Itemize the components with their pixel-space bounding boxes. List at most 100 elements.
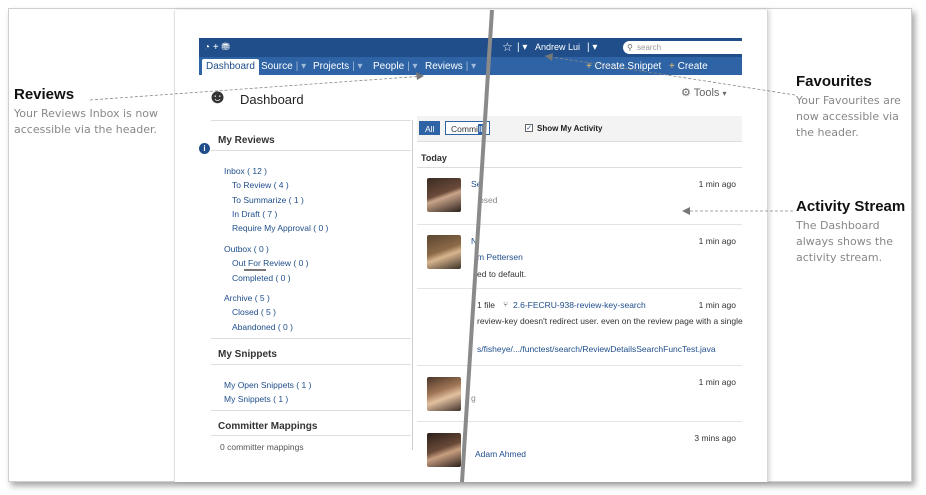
callout-reviews-text-2: accessible via the header. xyxy=(14,123,158,136)
callout-favourites-title: Favourites xyxy=(796,73,872,90)
activity-text: g xyxy=(471,393,476,403)
activity-user-link[interactable]: Adam Ahmed xyxy=(475,449,526,459)
search-input[interactable]: ⚲ search xyxy=(623,41,761,54)
tools-menu[interactable]: ⚙ Tools ▾ xyxy=(681,86,727,99)
callout-favourites-text-2: now accessible via xyxy=(796,110,899,123)
left-panel: My Reviews Inbox ( 12 ) To Review ( 4 ) … xyxy=(211,120,413,452)
callout-reviews-text-1: Your Reviews Inbox is now xyxy=(14,107,159,120)
tab-source[interactable]: Source | ▾ xyxy=(257,59,313,75)
commit-message: review-key doesn't redirect user. even o… xyxy=(477,316,743,326)
committer-mappings-count: 0 committer mappings xyxy=(220,442,304,452)
chevron-down-icon: ▾ xyxy=(722,89,727,98)
star-icon[interactable]: ☆ xyxy=(502,38,513,57)
activity-time: 1 min ago xyxy=(698,377,736,387)
archive-link[interactable]: Archive ( 5 ) xyxy=(224,293,270,303)
tab-projects-chevron-icon: | ▾ xyxy=(352,61,363,72)
tab-reviews-chevron-icon: | ▾ xyxy=(465,61,477,72)
main-nav: Dashboard Source | ▾ Projects | ▾ People | … xyxy=(199,57,742,87)
committer-mappings-heading: Committer Mappings xyxy=(218,421,318,432)
activity-time: 1 min ago xyxy=(698,236,736,246)
today-heading: Today xyxy=(417,148,742,168)
divider xyxy=(211,364,411,365)
avatar[interactable] xyxy=(427,235,461,269)
search-placeholder: search xyxy=(637,43,662,52)
tab-reviews[interactable]: Reviews | ▾ xyxy=(421,59,483,75)
activity-time: 1 min ago xyxy=(698,300,736,310)
callout-reviews-title: Reviews xyxy=(14,86,75,103)
cursor-underline xyxy=(244,269,266,271)
plus-icon: + xyxy=(586,61,595,72)
my-snippets-heading: My Snippets xyxy=(218,349,277,360)
tab-reviews-label: Reviews xyxy=(425,61,463,72)
divider xyxy=(211,338,411,339)
create-snippet-button[interactable]: + Create Snippet xyxy=(582,59,665,75)
create-snippet-label: Create Snippet xyxy=(594,61,662,72)
tab-dashboard[interactable]: Dashboard xyxy=(202,59,259,75)
divider xyxy=(211,435,411,436)
filter-commits-right: ll xyxy=(477,124,484,134)
divider xyxy=(211,150,411,151)
require-approval-link[interactable]: Require My Approval ( 0 ) xyxy=(232,223,328,233)
plus-icon: + xyxy=(669,61,678,72)
branch-link[interactable]: 2.6-FECRU-938-review-key-search xyxy=(513,300,646,310)
divider xyxy=(211,410,411,411)
list-item: 3 mins ago Adam Ahmed xyxy=(417,423,742,467)
filter-all-button[interactable]: All xyxy=(419,121,441,135)
completed-link[interactable]: Completed ( 0 ) xyxy=(232,273,291,283)
show-activity-checkbox[interactable]: ✓ xyxy=(525,124,533,132)
files-count: 1 file xyxy=(477,300,495,310)
filter-commits-left: Commi xyxy=(451,124,478,134)
divider xyxy=(211,120,411,121)
activity-time: 3 mins ago xyxy=(694,433,736,443)
filter-commits-button[interactable]: Commill xyxy=(445,121,490,135)
activity-time: 1 min ago xyxy=(698,179,736,189)
page-title: Dashboard xyxy=(240,92,304,107)
branch-icon: ⑂ xyxy=(503,299,509,309)
top-bar: ◔ + ⛃ ☆ | ▾ Andrew Lui | ▾ ⚲ search xyxy=(199,38,761,57)
activity-user-link[interactable]: N xyxy=(471,236,477,246)
tab-source-label: Source xyxy=(261,61,293,72)
list-item: 1 file ⑂ 2.6-FECRU-938-review-key-search… xyxy=(417,290,743,366)
callout-favourites-text-3: the header. xyxy=(796,126,859,139)
avatar[interactable] xyxy=(427,178,461,212)
tab-people[interactable]: People | ▾ xyxy=(369,59,425,75)
outbox-link[interactable]: Outbox ( 0 ) xyxy=(224,244,269,254)
to-summarize-link[interactable]: To Summarize ( 1 ) xyxy=(232,195,304,205)
user-menu[interactable]: Andrew Lui xyxy=(535,38,580,57)
gear-icon: ⚙ xyxy=(681,87,691,99)
activity-user-link-2[interactable]: m Pettersen xyxy=(477,252,523,262)
callout-activity-text-1: The Dashboard xyxy=(796,219,880,232)
activity-panel: All Commill ✓ Show My Activity Today Se … xyxy=(417,116,743,467)
tab-projects-label: Projects xyxy=(313,61,350,72)
tab-projects[interactable]: Projects | ▾ xyxy=(309,59,370,75)
screenshot-panel: ◔ + ⛃ ☆ | ▾ Andrew Lui | ▾ ⚲ search Dash… xyxy=(174,10,768,482)
my-open-snippets-link[interactable]: My Open Snippets ( 1 ) xyxy=(224,380,311,390)
filter-bar: All Commill ✓ Show My Activity xyxy=(417,116,742,142)
tab-source-chevron-icon: | ▾ xyxy=(295,61,307,72)
user-chevron-down-icon[interactable]: | ▾ xyxy=(587,38,597,57)
callout-favourites-text-1: Your Favourites are xyxy=(796,94,901,107)
inbox-link[interactable]: Inbox ( 12 ) xyxy=(224,166,267,176)
info-icon[interactable]: i xyxy=(199,143,210,154)
file-path-link[interactable]: s/fisheye/.../functest/search/ReviewDeta… xyxy=(477,344,716,354)
list-item: Se 1 min ago osed xyxy=(417,169,742,225)
avatar[interactable] xyxy=(427,433,461,467)
out-for-review-link[interactable]: Out For Review ( 0 ) xyxy=(232,258,309,268)
my-reviews-heading: My Reviews xyxy=(218,135,275,146)
my-snippets-link[interactable]: My Snippets ( 1 ) xyxy=(224,394,288,404)
activity-text: osed xyxy=(479,195,498,205)
callout-activity-text-3: activity stream. xyxy=(796,251,883,264)
fisheye-logo-icon: ☻ xyxy=(207,86,229,108)
to-review-link[interactable]: To Review ( 4 ) xyxy=(232,180,289,190)
closed-link[interactable]: Closed ( 5 ) xyxy=(232,307,276,317)
activity-user-link[interactable]: Se xyxy=(471,179,481,189)
abandoned-link[interactable]: Abandoned ( 0 ) xyxy=(232,322,293,332)
create-review-button[interactable]: + Create Review xyxy=(665,59,742,87)
avatar[interactable] xyxy=(427,377,461,411)
logo-icon[interactable]: ◔ + ⛃ xyxy=(204,38,230,57)
tab-people-label: People xyxy=(373,61,405,72)
activity-text: ed to default. xyxy=(477,269,527,279)
chevron-down-icon[interactable]: | ▾ xyxy=(517,38,527,57)
search-icon: ⚲ xyxy=(627,43,633,52)
in-draft-link[interactable]: In Draft ( 7 ) xyxy=(232,209,277,219)
